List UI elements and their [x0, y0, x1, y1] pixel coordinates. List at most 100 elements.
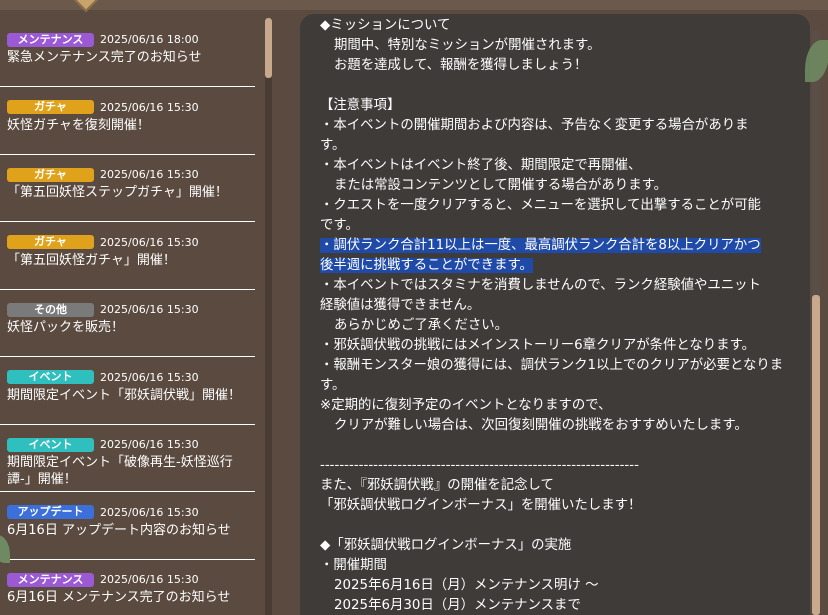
news-list-item[interactable]: メンテナンス 2025/06/16 15:30 6月16日 メンテナンス完了のお知ら…: [0, 560, 255, 615]
news-meta: メンテナンス 2025/06/16 18:00: [7, 32, 199, 47]
detail-text: または常設コンテンツとして開催する場合があります。: [334, 178, 668, 193]
detail-text-line: ◆「邪妖調伏戦ログインボーナス」の実施: [320, 536, 571, 556]
detail-text: ・クエストを一度クリアすると、メニューを選択して出撃することが可能: [320, 198, 761, 213]
news-list-item[interactable]: アップデート 2025/06/16 15:30 6月16日 アップデート内容のお知ら…: [0, 493, 255, 560]
news-list-item[interactable]: ガチャ 2025/06/16 15:30 「第五回妖怪ガチャ」開催！: [0, 223, 255, 290]
news-title: 期間限定イベント「邪妖調伏戦」開催！: [7, 387, 242, 403]
news-list-item[interactable]: メンテナンス 2025/06/16 18:00 緊急メンテナンス完了のお知らせ: [0, 20, 255, 87]
detail-text-line: 2025年6月16日（月）メンテナンス明け ～: [334, 576, 598, 596]
news-date: 2025/06/16 15:30: [100, 505, 199, 519]
news-meta: イベント 2025/06/16 15:30: [7, 370, 199, 385]
detail-text-line: 2025年6月30日（月）メンテナンスまで: [334, 596, 581, 615]
news-meta: ガチャ 2025/06/16 15:30: [7, 100, 199, 115]
detail-text-line: ・本イベントはイベント終了後、期間限定で再開催、: [320, 156, 641, 176]
category-badge: ガチャ: [7, 167, 94, 182]
category-badge: その他: [7, 302, 94, 317]
detail-text: 2025年6月16日（月）メンテナンス明け ～: [334, 578, 599, 593]
news-list-scrollbar[interactable]: [265, 18, 272, 615]
detail-text-line: す。: [320, 136, 345, 156]
detail-text-line: す。: [320, 376, 345, 396]
detail-text: ・邪妖調伏戦の挑戦にはメインストーリー6章クリアが条件となります。: [320, 338, 756, 353]
detail-text: です。: [320, 218, 359, 233]
news-date: 2025/06/16 15:30: [100, 370, 199, 384]
top-frame: [0, 0, 828, 10]
detail-text: ※定期的に復刻予定のイベントとなりますので、: [320, 398, 612, 413]
detail-text-line: 【注意事項】: [320, 96, 400, 116]
detail-text: ・本イベントはイベント終了後、期間限定で再開催、: [320, 158, 642, 173]
detail-text: ----------------------------------------…: [320, 458, 639, 473]
detail-text-line: お題を達成して、報酬を獲得しましょう！: [334, 56, 587, 76]
detail-text: 期間中、特別なミッションが開催されます。: [334, 38, 601, 53]
news-list-item[interactable]: ガチャ 2025/06/16 15:30 妖怪ガチャを復刻開催！: [0, 88, 255, 155]
category-badge: アップデート: [7, 505, 94, 519]
detail-text-line: ・邪妖調伏戦の挑戦にはメインストーリー6章クリアが条件となります。: [320, 336, 755, 356]
detail-text-line: ・クエストを一度クリアすると、メニューを選択して出撃することが可能: [320, 196, 761, 216]
news-meta: ガチャ 2025/06/16 15:30: [7, 235, 199, 250]
news-meta: アップデート 2025/06/16 15:30: [7, 505, 199, 520]
detail-text-line: また、『邪妖調伏戦』の開催を記念して: [320, 476, 554, 496]
detail-text-line: ----------------------------------------…: [320, 456, 639, 476]
news-title: 6月16日 メンテナンス完了のお知らせ: [7, 590, 231, 605]
detail-text: お題を達成して、報酬を獲得しましょう！: [334, 58, 588, 73]
detail-text: 【注意事項】: [320, 98, 401, 113]
detail-text-line: クリアが難しい場合は、次回復刻開催の挑戦をおすすめいたします。: [334, 416, 748, 436]
detail-text: クリアが難しい場合は、次回復刻開催の挑戦をおすすめいたします。: [334, 418, 748, 433]
detail-text-line: 経験値は獲得できません。: [320, 296, 480, 316]
detail-text: ・本イベントの開催期間および内容は、予告なく変更する場合がありま: [320, 118, 749, 133]
news-title: 6月16日 アップデート内容のお知らせ: [7, 522, 231, 538]
detail-text: 「邪妖調伏戦ログインボーナス」を開催いたします！: [320, 498, 642, 513]
news-date: 2025/06/16 15:30: [100, 303, 199, 316]
detail-text-line: ・本イベントではスタミナを消費しませんので、ランク経験値やユニット: [320, 276, 761, 296]
news-list-item[interactable]: イベント 2025/06/16 15:30 期間限定イベント「邪妖調伏戦」開催！: [0, 358, 255, 425]
news-title: 期間限定イベント「破像再生-妖怪巡行譚-」開催！: [7, 455, 233, 487]
news-title: 「第五回妖怪ガチャ」開催！: [7, 252, 176, 268]
detail-text-line: ・本イベントの開催期間および内容は、予告なく変更する場合がありま: [320, 116, 749, 136]
category-badge: ガチャ: [7, 100, 94, 114]
news-date: 2025/06/16 15:30: [100, 168, 199, 181]
detail-text-line: ・報酬モンスター娘の獲得には、調伏ランク1以上でのクリアが必要となりま: [320, 356, 783, 376]
news-meta: メンテナンス 2025/06/16 15:30: [7, 572, 199, 587]
detail-text-line: ※定期的に復刻予定のイベントとなりますので、: [320, 396, 611, 416]
detail-text-line: 期間中、特別なミッションが開催されます。: [334, 36, 600, 56]
news-list: メンテナンス 2025/06/16 18:00 緊急メンテナンス完了のお知らせ ガチャ…: [0, 20, 262, 615]
news-meta: ガチャ 2025/06/16 15:30: [7, 167, 199, 182]
detail-text: ◆ミッションについて: [320, 18, 451, 33]
category-badge: メンテナンス: [7, 32, 94, 47]
detail-scroll-thumb[interactable]: [812, 295, 820, 615]
news-meta: イベント 2025/06/16 15:30: [7, 437, 199, 452]
category-badge: ガチャ: [7, 235, 94, 249]
news-date: 2025/06/16 18:00: [100, 33, 199, 46]
detail-text-line: あらかじめご了承ください。: [334, 316, 508, 336]
news-date: 2025/06/16 15:30: [100, 235, 199, 249]
detail-text: ◆「邪妖調伏戦ログインボーナス」の実施: [320, 538, 572, 553]
detail-text: また、『邪妖調伏戦』の開催を記念して: [320, 478, 554, 493]
category-badge: イベント: [7, 370, 94, 384]
news-date: 2025/06/16 15:30: [100, 100, 199, 114]
detail-text-line: です。: [320, 216, 359, 236]
detail-text: ・本イベントではスタミナを消費しませんので、ランク経験値やユニット: [320, 278, 761, 293]
detail-text: あらかじめご了承ください。: [334, 318, 509, 333]
news-title: 「第五回妖怪ステップガチャ」開催！: [7, 185, 228, 200]
detail-text-line: ・調伏ランク合計11以上は一度、最高調伏ランク合計を8以上クリアかつ: [320, 236, 761, 256]
selected-text: ・調伏ランク合計11以上は一度、最高調伏ランク合計を8以上クリアかつ: [320, 238, 761, 253]
news-list-scroll-thumb[interactable]: [265, 18, 272, 78]
news-meta: その他 2025/06/16 15:30: [7, 302, 199, 317]
detail-text-line: 「邪妖調伏戦ログインボーナス」を開催いたします！: [320, 496, 641, 516]
detail-text-line: または常設コンテンツとして開催する場合があります。: [334, 176, 667, 196]
detail-text-line: 後半週に挑戦することができます。: [320, 256, 533, 276]
news-list-item[interactable]: その他 2025/06/16 15:30 妖怪パックを販売！: [0, 290, 255, 357]
category-badge: イベント: [7, 437, 94, 452]
news-title: 緊急メンテナンス完了のお知らせ: [7, 50, 202, 65]
detail-text: 2025年6月30日（月）メンテナンスまで: [334, 598, 581, 613]
detail-text: ・報酬モンスター娘の獲得には、調伏ランク1以上でのクリアが必要となりま: [320, 358, 784, 373]
detail-text: ・開催期間: [320, 558, 387, 573]
news-list-item[interactable]: ガチャ 2025/06/16 15:30 「第五回妖怪ステップガチャ」開催！: [0, 155, 255, 222]
news-title: 妖怪パックを販売！: [7, 320, 125, 335]
news-date: 2025/06/16 15:30: [100, 573, 199, 586]
detail-text-line: ◆ミッションについて: [320, 16, 450, 36]
category-badge: メンテナンス: [7, 572, 94, 587]
news-title: 妖怪ガチャを復刻開催！: [7, 117, 150, 133]
selected-text: 後半週に挑戦することができます。: [320, 258, 533, 273]
detail-text: 経験値は獲得できません。: [320, 298, 481, 313]
news-list-item[interactable]: イベント 2025/06/16 15:30 期間限定イベント「破像再生-妖怪巡行譚-…: [0, 425, 255, 492]
